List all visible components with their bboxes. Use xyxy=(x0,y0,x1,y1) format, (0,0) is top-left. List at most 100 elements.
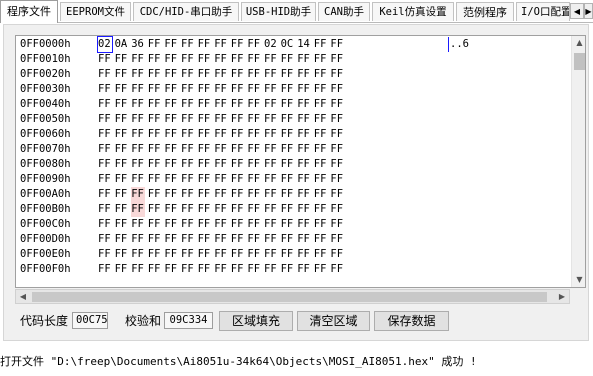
hex-byte[interactable]: FF xyxy=(297,142,311,157)
hex-byte[interactable]: FF xyxy=(330,187,344,202)
hex-byte[interactable]: FF xyxy=(297,217,311,232)
hex-byte[interactable]: FF xyxy=(247,232,261,247)
hex-byte[interactable]: FF xyxy=(148,262,162,277)
hex-byte[interactable]: FF xyxy=(164,142,178,157)
hex-editor[interactable]: 0FF0000h 02 0A 36 FF FF FF FF FF FF FF 02 0C 14 FF FF..… xyxy=(15,35,586,288)
hex-byte[interactable]: FF xyxy=(98,262,112,277)
hex-byte[interactable]: FF xyxy=(198,217,212,232)
tab-io-config[interactable]: I/O口配置 xyxy=(516,2,570,21)
hex-byte[interactable]: FF xyxy=(214,217,228,232)
hex-byte[interactable]: FF xyxy=(314,82,328,97)
hex-byte[interactable]: FF xyxy=(181,217,195,232)
hex-byte[interactable]: FF xyxy=(264,127,278,142)
hex-byte[interactable]: FF xyxy=(164,97,178,112)
hex-byte[interactable]: FF xyxy=(164,82,178,97)
hex-byte[interactable]: FF xyxy=(98,112,112,127)
hex-byte[interactable]: FF xyxy=(214,127,228,142)
hex-byte[interactable]: FF xyxy=(148,217,162,232)
hex-byte[interactable]: FF xyxy=(247,52,261,67)
hex-byte[interactable]: FF xyxy=(247,142,261,157)
hex-byte[interactable]: FF xyxy=(297,127,311,142)
tab-prev-icon[interactable]: ◀ xyxy=(570,3,584,19)
hex-byte[interactable]: FF xyxy=(214,172,228,187)
scroll-left-icon[interactable]: ◀ xyxy=(16,290,30,304)
hex-byte[interactable]: FF xyxy=(264,52,278,67)
hex-byte[interactable]: FF xyxy=(231,187,245,202)
hex-byte[interactable]: FF xyxy=(314,157,328,172)
hex-byte[interactable]: FF xyxy=(281,217,295,232)
hex-byte[interactable]: FF xyxy=(314,97,328,112)
hex-byte[interactable]: FF xyxy=(297,67,311,82)
hex-byte[interactable]: FF xyxy=(131,142,145,157)
hex-byte[interactable]: FF xyxy=(281,142,295,157)
hex-byte[interactable]: FF xyxy=(148,232,162,247)
hex-byte[interactable]: FF xyxy=(330,202,344,217)
hex-byte[interactable]: FF xyxy=(98,142,112,157)
hex-byte[interactable]: FF xyxy=(264,217,278,232)
hex-byte[interactable]: FF xyxy=(297,247,311,262)
hex-byte[interactable]: FF xyxy=(115,97,129,112)
hex-byte[interactable]: FF xyxy=(198,52,212,67)
hex-byte[interactable]: FF xyxy=(148,247,162,262)
hex-byte[interactable]: FF xyxy=(231,97,245,112)
hex-byte[interactable]: FF xyxy=(231,127,245,142)
hex-byte[interactable]: FF xyxy=(98,157,112,172)
hex-byte[interactable]: FF xyxy=(314,247,328,262)
hex-byte[interactable]: FF xyxy=(281,127,295,142)
hex-byte[interactable]: FF xyxy=(148,157,162,172)
hex-byte[interactable]: FF xyxy=(181,67,195,82)
hex-byte[interactable]: FF xyxy=(330,112,344,127)
hex-byte[interactable]: FF xyxy=(281,247,295,262)
hex-byte[interactable]: FF xyxy=(181,112,195,127)
hex-byte[interactable]: FF xyxy=(281,52,295,67)
hex-byte[interactable]: FF xyxy=(131,232,145,247)
hex-byte[interactable]: FF xyxy=(181,202,195,217)
hex-byte[interactable]: FF xyxy=(214,187,228,202)
hex-byte[interactable]: FF xyxy=(98,202,112,217)
hex-byte[interactable]: FF xyxy=(214,142,228,157)
hex-byte[interactable]: 0C xyxy=(281,37,295,52)
hex-byte[interactable]: FF xyxy=(181,52,195,67)
hex-byte[interactable]: FF xyxy=(214,82,228,97)
hex-byte[interactable]: FF xyxy=(181,262,195,277)
hex-byte[interactable]: FF xyxy=(247,262,261,277)
hex-byte[interactable]: FF xyxy=(214,52,228,67)
scroll-down-icon[interactable]: ▼ xyxy=(572,273,585,287)
hex-byte[interactable]: FF xyxy=(164,37,178,52)
hex-byte[interactable]: FF xyxy=(115,82,129,97)
hex-byte[interactable]: FF xyxy=(198,112,212,127)
hex-byte[interactable]: FF xyxy=(330,142,344,157)
clear-region-button[interactable]: 清空区域 xyxy=(297,311,370,331)
hex-byte[interactable]: FF xyxy=(164,202,178,217)
hex-byte[interactable]: FF xyxy=(148,97,162,112)
tab-usb-hid[interactable]: USB-HID助手 xyxy=(241,2,316,21)
hex-byte[interactable]: FF xyxy=(330,172,344,187)
hex-byte[interactable]: FF xyxy=(98,82,112,97)
hex-byte[interactable]: FF xyxy=(314,67,328,82)
hex-byte[interactable]: FF xyxy=(164,217,178,232)
hex-byte[interactable]: FF xyxy=(115,172,129,187)
hex-byte[interactable]: FF xyxy=(164,67,178,82)
hex-byte[interactable]: FF xyxy=(297,97,311,112)
hex-byte[interactable]: FF xyxy=(281,97,295,112)
tab-program-file[interactable]: 程序文件 xyxy=(0,0,58,23)
hex-byte[interactable]: FF xyxy=(164,172,178,187)
hex-byte[interactable]: FF xyxy=(264,172,278,187)
hex-byte[interactable]: FF xyxy=(98,232,112,247)
hex-byte[interactable]: FF xyxy=(330,127,344,142)
hex-byte[interactable]: FF xyxy=(181,187,195,202)
hex-byte[interactable]: FF xyxy=(231,67,245,82)
hex-byte[interactable]: FF xyxy=(198,127,212,142)
hex-byte[interactable]: FF xyxy=(98,127,112,142)
hex-byte[interactable]: FF xyxy=(264,157,278,172)
hex-byte[interactable]: FF xyxy=(98,67,112,82)
hex-byte[interactable]: FF xyxy=(247,172,261,187)
hex-byte[interactable]: FF xyxy=(247,112,261,127)
hex-byte[interactable]: FF xyxy=(148,187,162,202)
hex-byte[interactable]: FF xyxy=(198,157,212,172)
hex-byte[interactable]: FF xyxy=(181,232,195,247)
hex-byte[interactable]: FF xyxy=(115,232,129,247)
hex-byte[interactable]: FF xyxy=(164,262,178,277)
hex-byte[interactable]: FF xyxy=(231,157,245,172)
hex-byte[interactable]: FF xyxy=(281,187,295,202)
